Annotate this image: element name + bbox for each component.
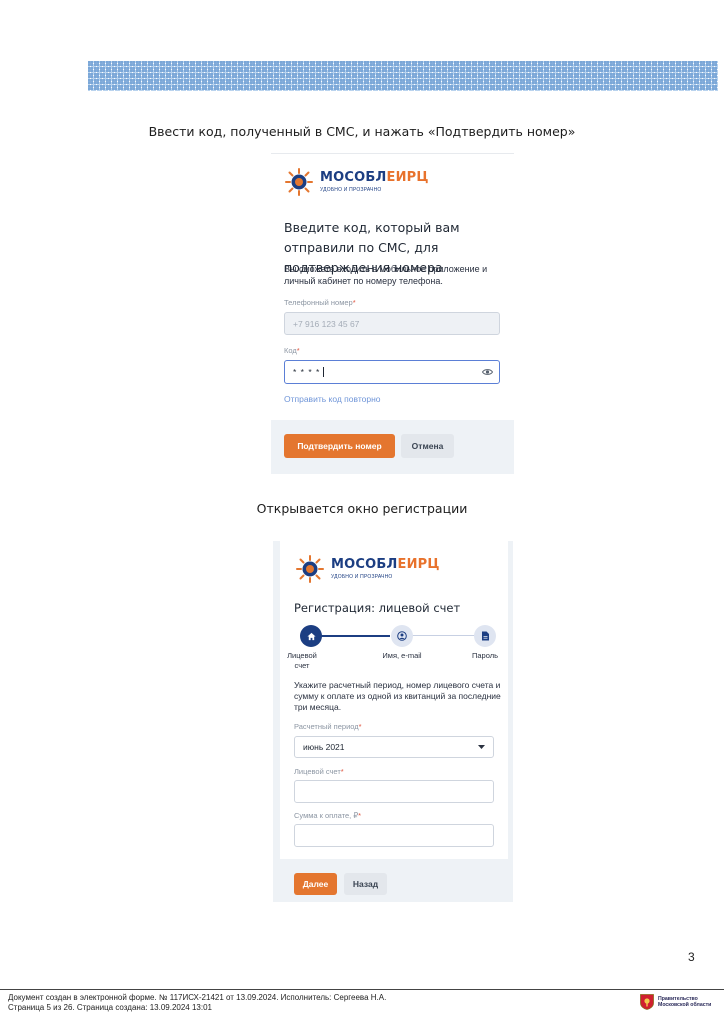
document-footer-line1: Документ создан в электронной форме. № 1…	[8, 993, 387, 1002]
document-icon	[481, 631, 489, 641]
step-2-circle[interactable]	[391, 625, 413, 647]
step-caption-top: Ввести код, полученный в СМС, и нажать «…	[148, 124, 576, 139]
header-pattern-band	[88, 61, 718, 91]
step-caption-middle: Открывается окно регистрации	[256, 501, 468, 516]
sms-form-description: Вы сможете входить в мобильное приложени…	[284, 264, 488, 286]
amount-label: Сумма к оплате, ₽*	[294, 811, 362, 820]
next-button[interactable]: Далее	[294, 873, 337, 895]
step-3-circle[interactable]	[474, 625, 496, 647]
cancel-button[interactable]: Отмена	[401, 434, 454, 458]
brand-name-suffix-2: ЕИРЦ	[397, 557, 440, 572]
period-select[interactable]: июнь 2021	[294, 736, 494, 758]
confirm-number-button[interactable]: Подтвердить номер	[284, 434, 395, 458]
chevron-down-icon	[478, 745, 485, 749]
brand-name-suffix: ЕИРЦ	[386, 170, 429, 185]
step-1-circle[interactable]	[300, 625, 322, 647]
back-button[interactable]: Назад	[344, 873, 387, 895]
brand-logo: МОСОБЛЕИРЦ УДОБНО И ПРОЗРАЧНО	[285, 168, 429, 196]
phone-label: Телефонный номер*	[284, 298, 356, 307]
document-footer-line2: Страница 5 из 26. Страница создана: 13.0…	[8, 1002, 212, 1012]
account-label: Лицевой счет*	[294, 767, 344, 776]
registration-title: Регистрация: лицевой счет	[294, 601, 461, 615]
page-number: 3	[688, 950, 695, 964]
footer-divider	[0, 989, 724, 990]
code-input-value: * * * *	[293, 367, 325, 377]
stepper-line-pending	[402, 635, 482, 636]
step-2-label: Имя, e-mail	[382, 651, 422, 660]
gov-emblem: Правительство Московской области	[640, 994, 711, 1010]
registration-panel: МОСОБЛЕИРЦ УДОБНО И ПРОЗРАЧНО Регистраци…	[273, 541, 513, 902]
period-select-value: июнь 2021	[303, 742, 345, 752]
account-input[interactable]	[294, 780, 494, 803]
brand-name-prefix-2: МОСОБЛ	[331, 557, 398, 572]
code-input[interactable]: * * * *	[284, 360, 500, 384]
brand-name-prefix: МОСОБЛ	[320, 170, 387, 185]
sms-confirm-panel: МОСОБЛЕИРЦ УДОБНО И ПРОЗРАЧНО Введите ко…	[271, 153, 514, 474]
registration-description: Укажите расчетный период, номер лицевого…	[294, 680, 501, 712]
home-icon	[306, 632, 316, 640]
user-icon	[397, 631, 407, 641]
amount-input[interactable]	[294, 824, 494, 847]
coat-of-arms-icon	[640, 994, 654, 1010]
brand-logo-2: МОСОБЛЕИРЦ УДОБНО И ПРОЗРАЧНО	[296, 555, 440, 583]
gov-line2: Московской области	[658, 1002, 712, 1008]
registration-stepper: Лицевой счет Имя, e-mail Пароль	[280, 625, 508, 675]
eye-icon[interactable]	[482, 368, 493, 376]
phone-input[interactable]: +7 916 123 45 67	[284, 312, 500, 335]
step-3-label: Пароль	[471, 651, 499, 660]
stepper-line-done	[310, 635, 390, 637]
code-label: Код*	[284, 346, 300, 355]
period-label: Расчетный период*	[294, 722, 362, 731]
sun-logo-icon-2	[296, 555, 324, 583]
resend-code-link[interactable]: Отправить код повторно	[284, 394, 381, 404]
brand-tagline: УДОБНО И ПРОЗРАЧНО	[320, 187, 382, 193]
document-footer: Документ создан в электронной форме. № 1…	[8, 993, 386, 1012]
brand-tagline-2: УДОБНО И ПРОЗРАЧНО	[331, 574, 393, 580]
step-1-label: Лицевой счет	[287, 651, 317, 670]
sun-logo-icon	[285, 168, 313, 196]
